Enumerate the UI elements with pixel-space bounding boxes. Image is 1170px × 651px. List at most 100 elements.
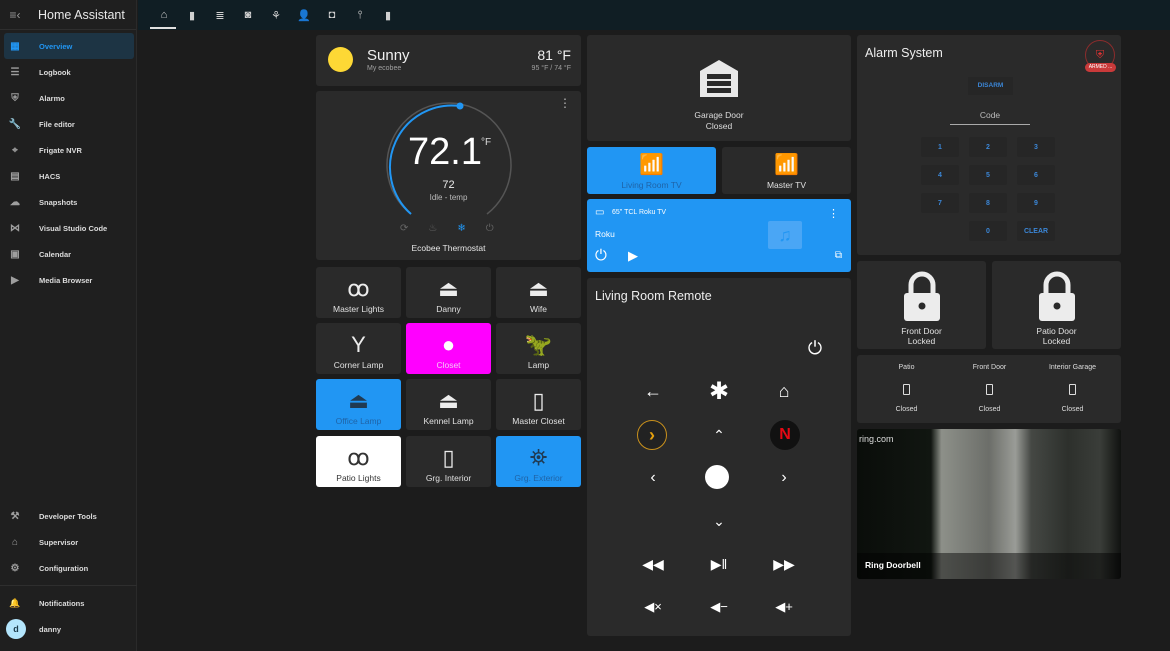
remote-left-button[interactable]: ‹ [638, 463, 668, 493]
keypad-key-3[interactable]: 3 [1017, 137, 1055, 157]
plex-button[interactable]: › [637, 420, 667, 450]
media-browse-button[interactable]: ⧉ [835, 250, 842, 261]
sidebar-item-alarmo[interactable]: ⛨ Alarmo [4, 85, 134, 111]
garage-door-card[interactable]: Garage Door Closed [587, 35, 851, 141]
remote-power-button[interactable]: ⏻ [800, 333, 830, 363]
shield-icon: ⛨ [11, 92, 19, 104]
rewind-button[interactable]: ◀◀ [638, 549, 668, 579]
tile-master-closet[interactable]: ▯ Master Closet [496, 379, 581, 430]
tab-person[interactable]: 👤 [290, 0, 318, 30]
more-options-icon[interactable]: ⋮ [828, 207, 839, 220]
tab-sensor[interactable]: ⫯ [346, 0, 374, 30]
tile-living-room-tv[interactable]: 📶 Living Room TV [587, 147, 716, 194]
door-icon [1069, 384, 1076, 395]
alarm-code-input[interactable]: Code [950, 110, 1030, 125]
remote-ok-button[interactable] [705, 465, 729, 489]
tile-master-lights[interactable]: ꝏ Master Lights [316, 267, 401, 318]
camera-name: Ring Doorbell [865, 560, 921, 570]
remote-down-button[interactable]: ⌄ [704, 506, 734, 536]
door-sensor-name: Patio [898, 364, 915, 371]
keypad-key-7[interactable]: 7 [921, 193, 959, 213]
remote-title: Living Room Remote [595, 289, 712, 303]
sidebar-item-media-browser[interactable]: ▶ Media Browser [4, 267, 134, 293]
keypad-key-2[interactable]: 2 [969, 137, 1007, 157]
remote-back-button[interactable]: ← [638, 376, 668, 406]
lock-patio-door[interactable]: Patio Door Locked [992, 261, 1121, 349]
keypad-key-0[interactable]: 0 [969, 221, 1007, 241]
door-sensor-state: Closed [978, 406, 1001, 413]
play-pause-button[interactable]: ▶‖ [704, 549, 734, 579]
power-button[interactable]: ⏻ [595, 247, 607, 264]
tile-danny[interactable]: ⏏ Danny [406, 267, 491, 318]
sidebar-item-user[interactable]: d danny [4, 616, 135, 642]
sidebar-item-overview[interactable]: ▦ Overview [4, 33, 134, 59]
gear-icon: ⚙ [10, 562, 20, 574]
keypad-key-4[interactable]: 4 [921, 165, 959, 185]
sidebar-item-logbook[interactable]: ☰ Logbook [4, 59, 134, 85]
supervisor-icon: ⌂ [11, 536, 19, 548]
tab-server[interactable]: ≣ [206, 0, 234, 30]
cool-mode-icon[interactable]: ❄ [457, 223, 465, 234]
sidebar-item-developer-tools[interactable]: ⚒ Developer Tools [4, 503, 135, 529]
more-options-icon[interactable]: ⋮ [559, 96, 571, 110]
tab-remote[interactable]: ▮ [178, 0, 206, 30]
keypad-key-5[interactable]: 5 [969, 165, 1007, 185]
heat-mode-icon[interactable]: ♨ [428, 223, 437, 234]
fast-forward-button[interactable]: ▶▶ [769, 549, 799, 579]
tab-robot[interactable]: ◙ [234, 0, 262, 30]
keypad-key-8[interactable]: 8 [969, 193, 1007, 213]
mute-button[interactable]: ◀× [638, 592, 668, 622]
keypad-key-9[interactable]: 9 [1017, 193, 1055, 213]
keypad-clear-button[interactable]: CLEAR [1017, 221, 1055, 241]
weather-card[interactable]: Sunny My ecobee 81 °F 95 °F / 74 °F [316, 35, 581, 86]
auto-mode-icon[interactable]: ⟳ [400, 223, 408, 234]
tile-master-tv[interactable]: 📶 Master TV [722, 147, 851, 194]
sidebar-item-visual-studio-code[interactable]: ⋈ Visual Studio Code [4, 215, 134, 241]
alarm-title: Alarm System [865, 46, 943, 60]
remote-asterisk-button[interactable]: ✱ [704, 376, 734, 406]
sidebar-item-hacs[interactable]: ▤ HACS [4, 163, 134, 189]
remote-right-button[interactable]: › [769, 463, 799, 493]
sidebar-item-notifications[interactable]: 🔔 Notifications [4, 590, 135, 616]
tile-grg-interior[interactable]: ▯ Grg. Interior [406, 436, 491, 487]
sidebar-item-file-editor[interactable]: 🔧 File editor [4, 111, 134, 137]
keypad-key-1[interactable]: 1 [921, 137, 959, 157]
keypad-key-6[interactable]: 6 [1017, 165, 1055, 185]
server-icon: ≣ [215, 9, 225, 22]
camera-icon: ◘ [328, 9, 336, 21]
tab-home[interactable]: ⌂ [150, 0, 178, 30]
menu-icon[interactable]: ≡‹ [0, 8, 30, 22]
sidebar-item-supervisor[interactable]: ⌂ Supervisor [4, 529, 135, 555]
dashboard-icon: ▦ [10, 40, 20, 52]
tile-lamp[interactable]: 🦖 Lamp [496, 323, 581, 374]
tile-patio-lights[interactable]: ꝏ Patio Lights [316, 436, 401, 487]
tile-office-lamp[interactable]: ⏏ Office Lamp [316, 379, 401, 430]
sidebar-item-configuration[interactable]: ⚙ Configuration [4, 555, 135, 581]
play-button[interactable]: ▶ [628, 248, 638, 264]
remote-up-button[interactable]: ⌃ [704, 420, 734, 450]
tab-remote-2[interactable]: ▮ [374, 0, 402, 30]
off-mode-icon[interactable]: ⏻ [486, 223, 494, 234]
sidebar-item-calendar[interactable]: ▣ Calendar [4, 241, 134, 267]
disarm-button[interactable]: DISARM [968, 77, 1013, 95]
sidebar-item-snapshots[interactable]: ☁ Snapshots [4, 189, 134, 215]
media-icon: ▶ [11, 274, 19, 286]
remote-home-button[interactable]: ⌂ [769, 376, 799, 406]
netflix-button[interactable]: N [770, 420, 800, 450]
tab-camera[interactable]: ◘ [318, 0, 346, 30]
calendar-icon: ▣ [10, 248, 20, 260]
alarm-state-badge: ARMED ... [1085, 63, 1116, 72]
volume-down-button[interactable]: ◀− [704, 592, 734, 622]
tile-kennel-lamp[interactable]: ⏏ Kennel Lamp [406, 379, 491, 430]
tile-grg-exterior[interactable]: ⛯ Grg. Exterior [496, 436, 581, 487]
tile-closet[interactable]: ● Closet [406, 323, 491, 374]
tab-plant[interactable]: ⚘ [262, 0, 290, 30]
tile-wife[interactable]: ⏏ Wife [496, 267, 581, 318]
lock-front-door[interactable]: Front Door Locked [857, 261, 986, 349]
camera-card[interactable]: ring.com Ring Doorbell [857, 429, 1121, 579]
tile-corner-lamp[interactable]: Y Corner Lamp [316, 323, 401, 374]
volume-up-button[interactable]: ◀+ [769, 592, 799, 622]
sidebar-item-frigate-nvr[interactable]: ⌖ Frigate NVR [4, 137, 134, 163]
media-source: Roku [595, 229, 615, 239]
remote-icon: 📶 [774, 154, 799, 176]
